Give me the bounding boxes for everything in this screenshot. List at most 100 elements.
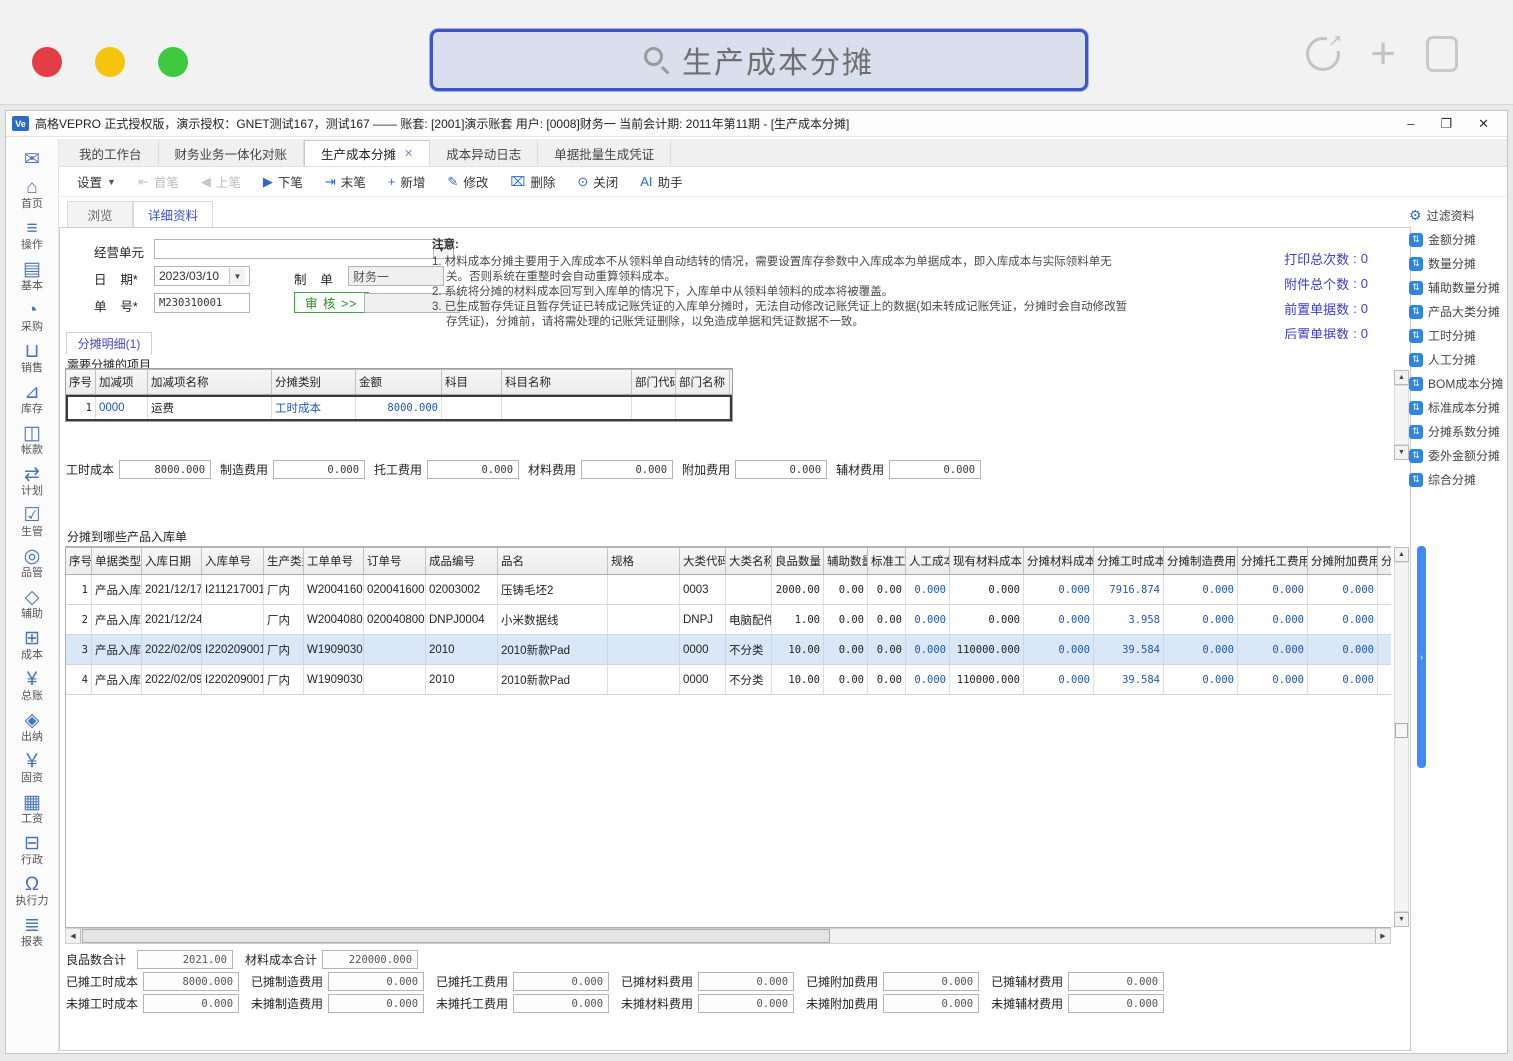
column-header[interactable]: 规格 (608, 548, 680, 574)
edit-button[interactable]: ✎修改 (447, 172, 488, 191)
allocation-method-数量分摊[interactable]: ⇅数量分摊 (1409, 255, 1505, 272)
summary-field-input[interactable]: 0.000 (143, 994, 239, 1013)
cost-field-input[interactable]: 0.000 (581, 460, 673, 479)
chevron-down-icon[interactable]: ▼ (229, 268, 245, 284)
tab-单据批量生成凭证[interactable]: 单据批量生成凭证 (538, 140, 671, 166)
column-header[interactable]: 标准工时 (868, 548, 906, 574)
zoom-window-button[interactable] (158, 47, 188, 77)
column-header[interactable]: 入库单号 (202, 548, 264, 574)
new-window-icon[interactable] (1426, 36, 1458, 72)
address-search-box[interactable]: 生产成本分摊 (430, 29, 1088, 91)
column-header[interactable]: 加减项 (96, 370, 148, 394)
column-header[interactable]: 分摊制造费用 (1164, 548, 1238, 574)
table-row[interactable]: 2产品入库2021/12/24厂内W2004080030200408002DNP… (66, 605, 1391, 635)
sidebar-item-execution[interactable]: Ω执行力 (6, 872, 58, 910)
close-icon[interactable]: ✕ (1478, 116, 1489, 132)
sidebar-item-basic[interactable]: ▤基本 (6, 257, 58, 295)
table-row[interactable]: 3产品入库2022/02/09I220209001厂内W190903001201… (66, 635, 1391, 665)
column-header[interactable]: 成品编号 (426, 548, 498, 574)
close-window-button[interactable] (32, 47, 62, 77)
allocation-method-标准成本分摊[interactable]: ⇅标准成本分摊 (1409, 399, 1505, 416)
allocation-method-产品大类分摊[interactable]: ⇅产品大类分摊 (1409, 303, 1505, 320)
summary-field-input[interactable]: 0.000 (698, 972, 794, 991)
column-header[interactable]: 分摊材料成本 (1024, 548, 1094, 574)
allocation-method-委外金额分摊[interactable]: ⇅委外金额分摊 (1409, 447, 1505, 464)
delete-button[interactable]: ⌧删除 (510, 172, 555, 191)
summary-field-input[interactable]: 220000.000 (322, 950, 418, 969)
allocation-method-分摊系数分摊[interactable]: ⇅分摊系数分摊 (1409, 423, 1505, 440)
doc-no-input[interactable]: M230310001 (154, 293, 250, 313)
tab-我的工作台[interactable]: 我的工作台 (63, 140, 159, 166)
column-header[interactable]: 分摊类别 (272, 370, 356, 394)
summary-field-input[interactable]: 0.000 (1068, 994, 1164, 1013)
column-header[interactable]: 良品数量 (772, 548, 824, 574)
column-header[interactable]: 分摊附加费用 (1308, 548, 1378, 574)
filter-data-button[interactable]: ⚙过滤资料 (1409, 207, 1505, 224)
summary-field-input[interactable]: 0.000 (328, 972, 424, 991)
ai-assistant-button[interactable]: AI助手 (640, 172, 682, 191)
close-tab-icon[interactable]: ✕ (404, 147, 413, 160)
column-header[interactable]: 大类代码 (680, 548, 726, 574)
sidebar-item-production-mgmt[interactable]: ☑生管 (6, 503, 58, 541)
summary-field-input[interactable]: 0.000 (883, 972, 979, 991)
column-header[interactable]: 部门名称 (676, 370, 730, 394)
column-header[interactable]: 科目 (442, 370, 502, 394)
column-header[interactable]: 辅助数量 (824, 548, 868, 574)
scroll-right-button[interactable]: ▶ (1375, 929, 1390, 943)
allocation-method-人工分摊[interactable]: ⇅人工分摊 (1409, 351, 1505, 368)
subtab-浏览[interactable]: 浏览 (67, 201, 133, 227)
sidebar-item-cost[interactable]: ⊞成本 (6, 626, 58, 664)
allocation-method-综合分摊[interactable]: ⇅综合分摊 (1409, 471, 1505, 488)
column-header[interactable]: 大类名称 (726, 548, 772, 574)
subtab-详细资料[interactable]: 详细资料 (133, 201, 213, 227)
cost-field-input[interactable]: 8000.000 (119, 460, 211, 479)
column-header[interactable]: 科目名称 (502, 370, 632, 394)
column-header[interactable]: 序号 (66, 548, 92, 574)
column-header[interactable]: 订单号 (364, 548, 426, 574)
summary-field-input[interactable]: 0.000 (883, 994, 979, 1013)
column-header[interactable]: 序号 (66, 370, 96, 394)
sidebar-item-cashier[interactable]: ◈出纳 (6, 708, 58, 746)
cost-field-input[interactable]: 0.000 (427, 460, 519, 479)
close-button[interactable]: ⊙关闭 (577, 172, 618, 191)
next-record-button[interactable]: ▶下笔 (263, 172, 303, 191)
share-icon[interactable]: ↗ (1306, 37, 1340, 71)
last-record-button[interactable]: ⇥末笔 (325, 172, 366, 191)
scroll-left-button[interactable]: ◀ (66, 929, 81, 943)
column-header[interactable]: 加减项名称 (148, 370, 272, 394)
table1-vertical-scrollbar[interactable] (1394, 385, 1409, 445)
scroll-up-button[interactable]: ▲ (1394, 370, 1409, 385)
summary-field-input[interactable]: 0.000 (513, 994, 609, 1013)
summary-field-input[interactable]: 2021.00 (137, 950, 233, 969)
new-tab-icon[interactable]: + (1370, 37, 1396, 71)
allocation-method-BOM成本分摊[interactable]: ⇅BOM成本分摊 (1409, 375, 1505, 392)
column-header[interactable]: 工单单号 (304, 548, 364, 574)
sidebar-item-planning[interactable]: ⇄计划 (6, 462, 58, 500)
sidebar-item-sales[interactable]: ⊔销售 (6, 339, 58, 377)
sidebar-item-auxiliary[interactable]: ◇辅助 (6, 585, 58, 623)
column-header[interactable]: 生产类型 (264, 548, 304, 574)
tab-财务业务一体化对账[interactable]: 财务业务一体化对账 (159, 140, 305, 166)
sidebar-item-home[interactable]: ⌂首页 (6, 175, 58, 213)
business-unit-select[interactable]: ▼ (154, 239, 454, 259)
sidebar-item-inventory[interactable]: ⊿库存 (6, 380, 58, 418)
scrollbar-thumb[interactable] (82, 929, 830, 943)
column-header[interactable]: 分摊托工费用 (1238, 548, 1308, 574)
cost-field-input[interactable]: 0.000 (889, 460, 981, 479)
summary-field-input[interactable]: 8000.000 (143, 972, 239, 991)
cost-field-input[interactable]: 0.000 (273, 460, 365, 479)
sidebar-item-administration[interactable]: ⊟行政 (6, 831, 58, 869)
sidebar-item-quality-mgmt[interactable]: ◎品管 (6, 544, 58, 582)
table-row[interactable]: 10000运费工时成本8000.000 (66, 395, 732, 421)
panel-collapse-handle[interactable]: › (1417, 546, 1426, 768)
column-header[interactable]: 单据类型 (92, 548, 142, 574)
tab-生产成本分摊[interactable]: 生产成本分摊✕ (304, 140, 430, 166)
allocation-method-辅助数量分摊[interactable]: ⇅辅助数量分摊 (1409, 279, 1505, 296)
tab-allocation-detail[interactable]: 分摊明细(1) (66, 332, 152, 355)
sidebar-item-reports[interactable]: ≣报表 (6, 913, 58, 951)
column-header[interactable]: 部门代码 (632, 370, 676, 394)
column-header[interactable]: 现有材料成本 (950, 548, 1024, 574)
sidebar-item-general-ledger[interactable]: ¥总账 (6, 667, 58, 705)
table-row[interactable]: 4产品入库2022/02/09I220209001厂内W190903001201… (66, 665, 1391, 695)
column-header[interactable]: 分摊工时成本 (1094, 548, 1164, 574)
